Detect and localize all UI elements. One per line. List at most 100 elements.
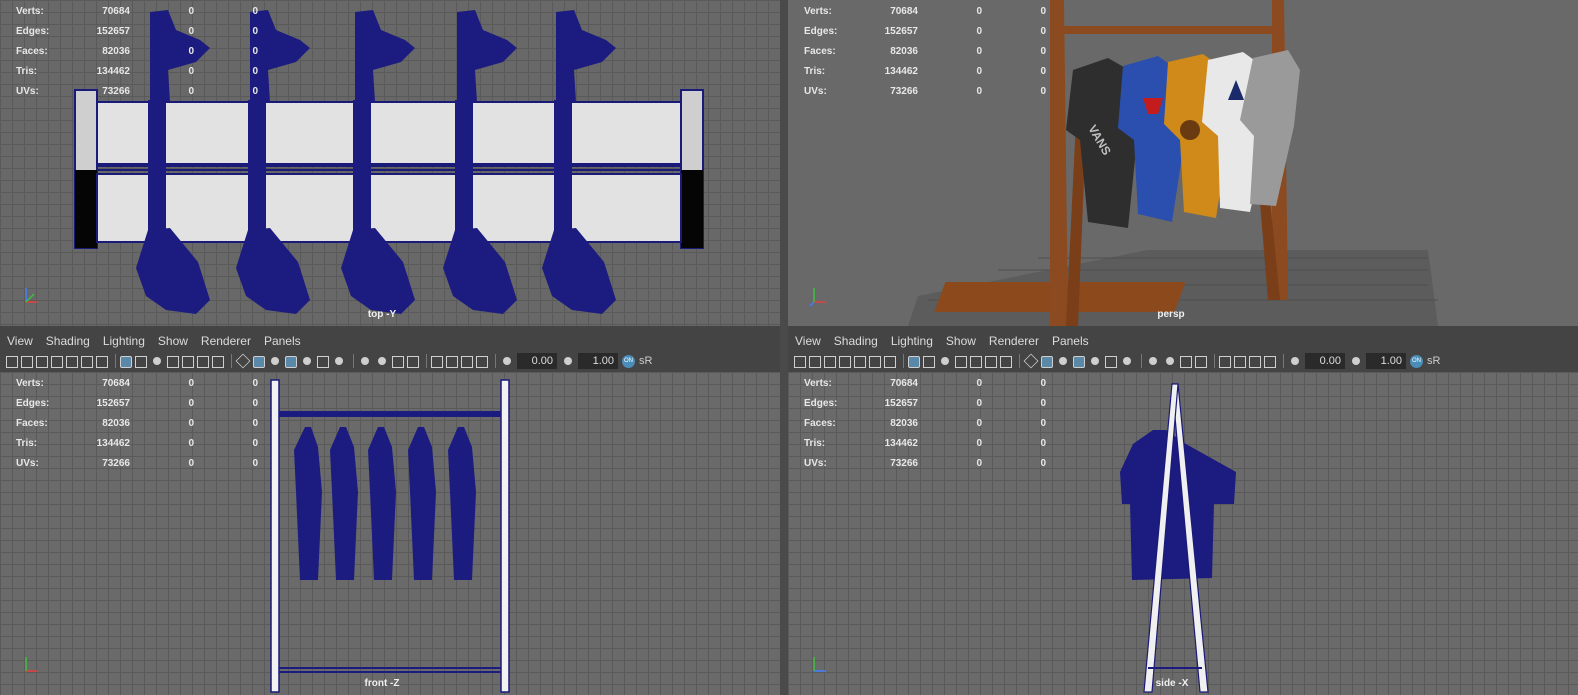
panel-toolbar-right: View Shading Lighting Show Renderer Pane… — [788, 330, 1578, 372]
gamma-icon[interactable] — [1349, 354, 1363, 368]
exposure-field[interactable]: 0.00 — [1305, 353, 1345, 369]
screen-space-icon[interactable] — [476, 355, 488, 368]
viewport-label-side: side -X — [1155, 678, 1189, 689]
resolution-gate-icon[interactable] — [938, 354, 952, 368]
image-plane-icon[interactable] — [839, 355, 851, 368]
shadows-icon[interactable] — [332, 354, 346, 368]
depth-of-field-icon[interactable] — [1234, 355, 1246, 368]
wireframe-icon[interactable] — [1023, 353, 1039, 369]
viewport-divider[interactable] — [780, 0, 788, 695]
poly-count-hud-front: Verts: 70684 0 0 Edges: 152657 0 0 Faces: 82036… — [16, 378, 258, 469]
panel-menu-left: View Shading Lighting Show Renderer Pane… — [0, 334, 307, 348]
color-management-toggle[interactable]: ON — [622, 354, 635, 368]
viewport-label-front: front -Z — [364, 678, 400, 689]
panel-menu-right: View Shading Lighting Show Renderer Pane… — [788, 334, 1095, 348]
field-chart-icon[interactable] — [182, 355, 194, 368]
poly-count-hud-persp: Verts: 70684 0 0 Edges: 152657 0 0 Faces: 82036… — [804, 6, 1046, 97]
lights-icon[interactable] — [317, 355, 329, 368]
viewport-top[interactable]: Verts: 70684 0 0 Edges: 152657 0 0 Faces: 82036… — [0, 0, 780, 326]
grease-pencil-icon[interactable] — [854, 355, 866, 368]
gamma-icon[interactable] — [561, 354, 575, 368]
menu-lighting[interactable]: Lighting — [103, 334, 145, 348]
bookmark-icon[interactable] — [824, 355, 836, 368]
camera-icon[interactable] — [6, 355, 18, 368]
gamma-field[interactable]: 1.00 — [578, 353, 618, 369]
menu-view[interactable]: View — [7, 334, 33, 348]
smooth-shade-icon[interactable] — [1041, 355, 1053, 368]
exposure-field[interactable]: 0.00 — [517, 353, 557, 369]
film-gate-icon[interactable] — [135, 355, 147, 368]
colorspace-label[interactable]: sR — [639, 355, 652, 367]
safe-title-icon[interactable] — [212, 355, 224, 368]
wireframe-on-shaded-icon[interactable] — [1073, 355, 1085, 368]
axis-gizmo-icon — [813, 657, 826, 672]
wireframe-icon[interactable] — [235, 353, 251, 369]
gate-mask-icon[interactable] — [955, 355, 967, 368]
brush-icon[interactable] — [96, 355, 108, 368]
viewport-side[interactable]: Verts: 70684 0 0 Edges: 152657 0 0 Faces: 82036… — [788, 372, 1578, 695]
menu-renderer[interactable]: Renderer — [201, 334, 251, 348]
antialiasing-icon[interactable] — [1195, 355, 1207, 368]
antialiasing-icon[interactable] — [407, 355, 419, 368]
grid-icon[interactable] — [908, 355, 920, 368]
xray-joints-icon[interactable] — [375, 354, 389, 368]
bookmark-icon[interactable] — [36, 355, 48, 368]
field-chart-icon[interactable] — [970, 355, 982, 368]
axis-gizmo-icon — [809, 288, 826, 307]
xray-icon[interactable] — [358, 354, 372, 368]
screen-space-icon[interactable] — [1264, 355, 1276, 368]
grease-pencil-icon[interactable] — [66, 355, 78, 368]
menu-show[interactable]: Show — [946, 334, 976, 348]
smooth-shade-icon[interactable] — [253, 355, 265, 368]
camera-lock-icon[interactable] — [21, 355, 33, 368]
menu-shading[interactable]: Shading — [834, 334, 878, 348]
brush-icon[interactable] — [884, 355, 896, 368]
2d-pan-icon[interactable] — [869, 355, 881, 368]
lights-icon[interactable] — [1105, 355, 1117, 368]
default-material-icon[interactable] — [268, 354, 282, 368]
menu-view[interactable]: View — [795, 334, 821, 348]
textured-icon[interactable] — [1088, 354, 1102, 368]
wireframe-on-shaded-icon[interactable] — [285, 355, 297, 368]
xray-icon[interactable] — [1146, 354, 1160, 368]
xray-joints-icon[interactable] — [1163, 354, 1177, 368]
gamma-field[interactable]: 1.00 — [1366, 353, 1406, 369]
isolate-select-icon[interactable] — [431, 355, 443, 368]
camera-lock-icon[interactable] — [809, 355, 821, 368]
image-plane-icon[interactable] — [51, 355, 63, 368]
menu-lighting[interactable]: Lighting — [891, 334, 933, 348]
resolution-gate-icon[interactable] — [150, 354, 164, 368]
motion-blur-icon[interactable] — [461, 355, 473, 368]
color-management-toggle[interactable]: ON — [1410, 354, 1423, 368]
colorspace-label[interactable]: sR — [1427, 355, 1440, 367]
safe-action-icon[interactable] — [197, 355, 209, 368]
axis-gizmo-icon — [25, 288, 38, 303]
viewport-front[interactable]: Verts: 70684 0 0 Edges: 152657 0 0 Faces: 82036… — [0, 372, 780, 695]
viewport-persp[interactable]: VANS Verts: 70684 0 0 Edges: 152657 0 0 Faces:… — [788, 0, 1578, 326]
exposure-icon[interactable] — [1288, 354, 1302, 368]
textured-icon[interactable] — [300, 354, 314, 368]
camera-icon[interactable] — [794, 355, 806, 368]
menu-renderer[interactable]: Renderer — [989, 334, 1039, 348]
menu-panels[interactable]: Panels — [264, 334, 301, 348]
menu-shading[interactable]: Shading — [46, 334, 90, 348]
motion-blur-icon[interactable] — [1249, 355, 1261, 368]
axis-gizmo-icon — [25, 657, 38, 672]
2d-pan-icon[interactable] — [81, 355, 93, 368]
ambient-occlusion-icon[interactable] — [1180, 355, 1192, 368]
default-material-icon[interactable] — [1056, 354, 1070, 368]
poly-count-hud-top: Verts: 70684 0 0 Edges: 152657 0 0 Faces: 82036… — [16, 6, 258, 97]
depth-of-field-icon[interactable] — [446, 355, 458, 368]
menu-panels[interactable]: Panels — [1052, 334, 1089, 348]
menu-show[interactable]: Show — [158, 334, 188, 348]
isolate-select-icon[interactable] — [1219, 355, 1231, 368]
exposure-icon[interactable] — [500, 354, 514, 368]
ambient-occlusion-icon[interactable] — [392, 355, 404, 368]
gate-mask-icon[interactable] — [167, 355, 179, 368]
film-gate-icon[interactable] — [923, 355, 935, 368]
safe-title-icon[interactable] — [1000, 355, 1012, 368]
shadows-icon[interactable] — [1120, 354, 1134, 368]
persp-tshirts: VANS — [1066, 50, 1300, 228]
safe-action-icon[interactable] — [985, 355, 997, 368]
grid-icon[interactable] — [120, 355, 132, 368]
